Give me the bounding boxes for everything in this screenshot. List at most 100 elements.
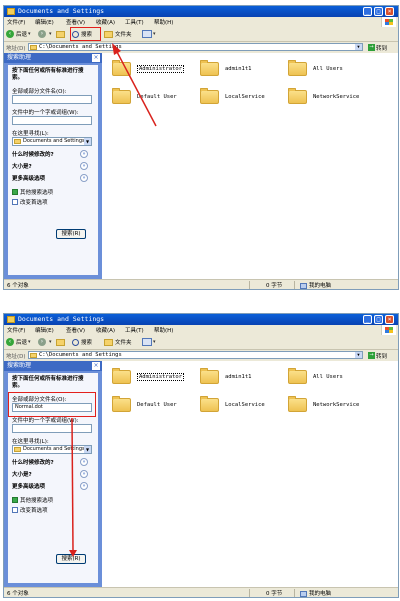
menu-edit[interactable]: 编辑(E) xyxy=(35,326,54,334)
lookin-select[interactable]: Documents and Settings ▼ xyxy=(12,137,92,146)
back-button[interactable]: ‹ 后退 ▾ xyxy=(6,29,31,39)
menu-file[interactable]: 文件(F) xyxy=(7,18,25,26)
title-bar[interactable]: Documents and Settings _ □ × xyxy=(4,314,398,325)
expand-chevron-icon[interactable]: » xyxy=(80,470,88,478)
close-button[interactable]: × xyxy=(385,7,394,16)
go-button[interactable]: → 转到 xyxy=(368,351,387,360)
windows-logo-icon xyxy=(381,325,396,335)
folder-item[interactable]: Default User xyxy=(112,88,177,104)
folder-item[interactable]: Administrator xyxy=(112,60,185,76)
folders-button[interactable]: 文件夹 xyxy=(104,29,132,39)
phrase-label: 文件中的一个字或词组(W): xyxy=(12,418,79,424)
windows-logo-icon xyxy=(381,17,396,27)
chevron-down-icon[interactable]: ▼ xyxy=(355,44,362,50)
menu-tools[interactable]: 工具(T) xyxy=(125,18,144,26)
change-prefs-link[interactable]: 改变首选项 xyxy=(12,506,48,514)
search-submit-button[interactable]: 搜索(R) xyxy=(56,229,86,239)
preferences-icon xyxy=(12,199,18,205)
title-bar[interactable]: Documents and Settings _ □ × xyxy=(4,6,398,17)
folder-item[interactable]: Default User xyxy=(112,396,177,412)
folder-icon xyxy=(112,60,131,76)
search-pane-title: 搜索助理 xyxy=(7,54,32,61)
menu-view[interactable]: 查看(V) xyxy=(66,18,85,26)
folder-name: Administrator xyxy=(137,373,185,381)
address-field[interactable]: C:\Documents and Settings ▼ xyxy=(28,43,363,51)
menu-help[interactable]: 帮助(H) xyxy=(154,18,173,26)
expand-chevron-icon[interactable]: » xyxy=(80,174,88,182)
phrase-input[interactable] xyxy=(12,116,92,125)
other-options-label: 其他搜索选项 xyxy=(20,498,54,504)
go-label: 转到 xyxy=(376,353,388,360)
chevron-down-icon: ▾ xyxy=(28,339,31,345)
chevron-down-icon[interactable]: ▼ xyxy=(84,138,91,145)
status-location: 我的电脑 xyxy=(300,589,331,597)
go-button[interactable]: → 转到 xyxy=(368,43,387,52)
expand-chevron-icon[interactable]: » xyxy=(80,162,88,170)
close-icon[interactable]: × xyxy=(92,54,100,62)
menu-file[interactable]: 文件(F) xyxy=(7,326,25,334)
menu-edit[interactable]: 编辑(E) xyxy=(35,18,54,26)
folder-item[interactable]: All Users xyxy=(288,368,343,384)
status-location: 我的电脑 xyxy=(300,281,331,289)
maximize-button[interactable]: □ xyxy=(374,7,383,16)
menu-help[interactable]: 帮助(H) xyxy=(154,326,173,334)
maximize-button[interactable]: □ xyxy=(374,315,383,324)
chevron-down-icon[interactable]: ▼ xyxy=(355,352,362,358)
close-button[interactable]: × xyxy=(385,315,394,324)
menu-tools[interactable]: 工具(T) xyxy=(125,326,144,334)
chevron-down-icon: ▾ xyxy=(49,31,52,37)
folder-icon xyxy=(200,60,219,76)
menu-view[interactable]: 查看(V) xyxy=(66,326,85,334)
folder-item[interactable]: NetworkService xyxy=(288,396,359,412)
window-title: Documents and Settings xyxy=(18,7,105,15)
forward-button[interactable]: › ▾ xyxy=(38,29,52,39)
more-options-heading[interactable]: 更多高级选项 xyxy=(12,482,45,490)
folder-name: LocalService xyxy=(225,402,265,408)
up-button[interactable] xyxy=(56,337,67,347)
lookin-select[interactable]: Documents and Settings ▼ xyxy=(12,445,92,454)
when-modified-heading[interactable]: 什么时候修改的? xyxy=(12,458,54,466)
filename-highlight-box xyxy=(8,392,96,417)
folder-item[interactable]: LocalService xyxy=(200,88,265,104)
folders-button[interactable]: 文件夹 xyxy=(104,337,132,347)
folder-item[interactable]: admin1t1 xyxy=(200,60,252,76)
expand-chevron-icon[interactable]: » xyxy=(80,458,88,466)
folder-icon xyxy=(288,60,307,76)
minimize-button[interactable]: _ xyxy=(363,7,372,16)
folder-item[interactable]: admin1t1 xyxy=(200,368,252,384)
address-label: 地址(D) xyxy=(6,354,26,360)
change-prefs-link[interactable]: 改变首选项 xyxy=(12,198,48,206)
toolbar: ‹ 后退 ▾ › ▾ 搜索 文件夹 ▾ xyxy=(4,335,398,350)
chevron-down-icon[interactable]: ▼ xyxy=(84,446,91,453)
views-button[interactable]: ▾ xyxy=(142,337,156,347)
address-field[interactable]: C:\Documents and Settings ▼ xyxy=(28,351,363,359)
minimize-button[interactable]: _ xyxy=(363,315,372,324)
filename-input[interactable] xyxy=(12,95,92,104)
other-options-link[interactable]: 其他搜索选项 xyxy=(12,188,53,196)
other-options-link[interactable]: 其他搜索选项 xyxy=(12,496,53,504)
folder-item[interactable]: LocalService xyxy=(200,396,265,412)
menu-favorites[interactable]: 收藏(A) xyxy=(96,326,115,334)
more-options-heading[interactable]: 更多高级选项 xyxy=(12,174,45,182)
expand-chevron-icon[interactable]: » xyxy=(80,482,88,490)
back-button[interactable]: ‹ 后退 ▾ xyxy=(6,337,31,347)
views-button[interactable]: ▾ xyxy=(142,29,156,39)
status-bar: 6 个对象 0 字节 我的电脑 xyxy=(4,279,398,289)
folder-item[interactable]: Administrator xyxy=(112,368,185,384)
up-button[interactable] xyxy=(56,29,67,39)
status-location-label: 我的电脑 xyxy=(309,283,332,289)
size-heading[interactable]: 大小是? xyxy=(12,162,32,170)
lookin-label: 在这里寻找(L): xyxy=(12,439,49,445)
folder-item[interactable]: All Users xyxy=(288,60,343,76)
search-submit-button[interactable]: 搜索(R) xyxy=(56,554,86,564)
menu-favorites[interactable]: 收藏(A) xyxy=(96,18,115,26)
search-button[interactable]: 搜索 xyxy=(72,337,92,347)
phrase-input[interactable] xyxy=(12,424,92,433)
when-modified-heading[interactable]: 什么时候修改的? xyxy=(12,150,54,158)
forward-button[interactable]: › ▾ xyxy=(38,337,52,347)
close-icon[interactable]: × xyxy=(92,362,100,370)
size-heading[interactable]: 大小是? xyxy=(12,470,32,478)
folder-item[interactable]: NetworkService xyxy=(288,88,359,104)
computer-icon xyxy=(300,590,307,597)
expand-chevron-icon[interactable]: » xyxy=(80,150,88,158)
